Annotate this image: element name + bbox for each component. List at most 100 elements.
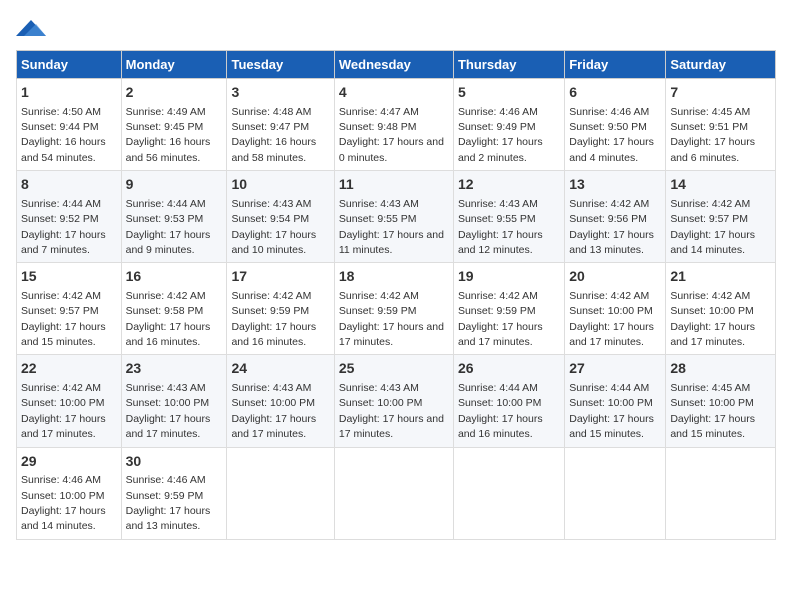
week-row-3: 22 Sunrise: 4:42 AMSunset: 10:00 PMDayli… (17, 355, 776, 447)
day-number: 30 (126, 452, 223, 472)
day-info: Sunrise: 4:48 AMSunset: 9:47 PMDaylight:… (231, 106, 316, 164)
day-number: 11 (339, 175, 449, 195)
day-info: Sunrise: 4:42 AMSunset: 10:00 PMDaylight… (21, 382, 106, 440)
day-info: Sunrise: 4:46 AMSunset: 10:00 PMDaylight… (21, 474, 106, 532)
day-cell: 2 Sunrise: 4:49 AMSunset: 9:45 PMDayligh… (121, 79, 227, 171)
day-cell: 10 Sunrise: 4:43 AMSunset: 9:54 PMDaylig… (227, 171, 334, 263)
day-number: 14 (670, 175, 771, 195)
day-cell: 21 Sunrise: 4:42 AMSunset: 10:00 PMDayli… (666, 263, 776, 355)
day-number: 22 (21, 359, 117, 379)
day-cell (565, 447, 666, 539)
day-number: 21 (670, 267, 771, 287)
day-number: 24 (231, 359, 329, 379)
day-number: 12 (458, 175, 560, 195)
day-cell: 6 Sunrise: 4:46 AMSunset: 9:50 PMDayligh… (565, 79, 666, 171)
day-number: 1 (21, 83, 117, 103)
day-number: 7 (670, 83, 771, 103)
day-cell: 7 Sunrise: 4:45 AMSunset: 9:51 PMDayligh… (666, 79, 776, 171)
day-cell (227, 447, 334, 539)
day-info: Sunrise: 4:46 AMSunset: 9:49 PMDaylight:… (458, 106, 543, 164)
day-cell: 4 Sunrise: 4:47 AMSunset: 9:48 PMDayligh… (334, 79, 453, 171)
day-number: 28 (670, 359, 771, 379)
day-number: 26 (458, 359, 560, 379)
day-info: Sunrise: 4:46 AMSunset: 9:59 PMDaylight:… (126, 474, 211, 532)
page-header (16, 16, 776, 40)
day-cell: 11 Sunrise: 4:43 AMSunset: 9:55 PMDaylig… (334, 171, 453, 263)
day-cell: 8 Sunrise: 4:44 AMSunset: 9:52 PMDayligh… (17, 171, 122, 263)
day-info: Sunrise: 4:44 AMSunset: 9:52 PMDaylight:… (21, 198, 106, 256)
day-info: Sunrise: 4:50 AMSunset: 9:44 PMDaylight:… (21, 106, 106, 164)
day-number: 15 (21, 267, 117, 287)
day-number: 16 (126, 267, 223, 287)
day-info: Sunrise: 4:42 AMSunset: 10:00 PMDaylight… (569, 290, 654, 348)
day-info: Sunrise: 4:42 AMSunset: 10:00 PMDaylight… (670, 290, 755, 348)
day-number: 13 (569, 175, 661, 195)
week-row-1: 8 Sunrise: 4:44 AMSunset: 9:52 PMDayligh… (17, 171, 776, 263)
day-number: 9 (126, 175, 223, 195)
header-thursday: Thursday (453, 51, 564, 79)
week-row-2: 15 Sunrise: 4:42 AMSunset: 9:57 PMDaylig… (17, 263, 776, 355)
day-cell: 26 Sunrise: 4:44 AMSunset: 10:00 PMDayli… (453, 355, 564, 447)
day-info: Sunrise: 4:42 AMSunset: 9:57 PMDaylight:… (21, 290, 106, 348)
day-cell (334, 447, 453, 539)
day-cell: 17 Sunrise: 4:42 AMSunset: 9:59 PMDaylig… (227, 263, 334, 355)
header-wednesday: Wednesday (334, 51, 453, 79)
header-monday: Monday (121, 51, 227, 79)
day-number: 17 (231, 267, 329, 287)
day-info: Sunrise: 4:44 AMSunset: 9:53 PMDaylight:… (126, 198, 211, 256)
day-info: Sunrise: 4:45 AMSunset: 9:51 PMDaylight:… (670, 106, 755, 164)
header-saturday: Saturday (666, 51, 776, 79)
day-info: Sunrise: 4:42 AMSunset: 9:56 PMDaylight:… (569, 198, 654, 256)
day-cell: 23 Sunrise: 4:43 AMSunset: 10:00 PMDayli… (121, 355, 227, 447)
logo (16, 16, 50, 40)
day-info: Sunrise: 4:43 AMSunset: 9:55 PMDaylight:… (339, 198, 444, 256)
day-number: 20 (569, 267, 661, 287)
day-info: Sunrise: 4:42 AMSunset: 9:59 PMDaylight:… (231, 290, 316, 348)
day-info: Sunrise: 4:43 AMSunset: 10:00 PMDaylight… (126, 382, 211, 440)
week-row-0: 1 Sunrise: 4:50 AMSunset: 9:44 PMDayligh… (17, 79, 776, 171)
day-number: 6 (569, 83, 661, 103)
header-sunday: Sunday (17, 51, 122, 79)
day-cell: 18 Sunrise: 4:42 AMSunset: 9:59 PMDaylig… (334, 263, 453, 355)
day-cell (453, 447, 564, 539)
day-cell: 22 Sunrise: 4:42 AMSunset: 10:00 PMDayli… (17, 355, 122, 447)
day-number: 3 (231, 83, 329, 103)
day-cell: 24 Sunrise: 4:43 AMSunset: 10:00 PMDayli… (227, 355, 334, 447)
day-info: Sunrise: 4:45 AMSunset: 10:00 PMDaylight… (670, 382, 755, 440)
day-number: 25 (339, 359, 449, 379)
day-cell: 13 Sunrise: 4:42 AMSunset: 9:56 PMDaylig… (565, 171, 666, 263)
day-info: Sunrise: 4:44 AMSunset: 10:00 PMDaylight… (569, 382, 654, 440)
day-number: 8 (21, 175, 117, 195)
day-cell: 20 Sunrise: 4:42 AMSunset: 10:00 PMDayli… (565, 263, 666, 355)
day-info: Sunrise: 4:42 AMSunset: 9:59 PMDaylight:… (458, 290, 543, 348)
header-tuesday: Tuesday (227, 51, 334, 79)
day-info: Sunrise: 4:43 AMSunset: 10:00 PMDaylight… (231, 382, 316, 440)
day-cell: 1 Sunrise: 4:50 AMSunset: 9:44 PMDayligh… (17, 79, 122, 171)
day-info: Sunrise: 4:43 AMSunset: 9:54 PMDaylight:… (231, 198, 316, 256)
day-info: Sunrise: 4:42 AMSunset: 9:59 PMDaylight:… (339, 290, 444, 348)
day-cell: 9 Sunrise: 4:44 AMSunset: 9:53 PMDayligh… (121, 171, 227, 263)
day-cell: 16 Sunrise: 4:42 AMSunset: 9:58 PMDaylig… (121, 263, 227, 355)
day-cell: 30 Sunrise: 4:46 AMSunset: 9:59 PMDaylig… (121, 447, 227, 539)
day-info: Sunrise: 4:49 AMSunset: 9:45 PMDaylight:… (126, 106, 211, 164)
day-cell: 25 Sunrise: 4:43 AMSunset: 10:00 PMDayli… (334, 355, 453, 447)
day-cell: 15 Sunrise: 4:42 AMSunset: 9:57 PMDaylig… (17, 263, 122, 355)
day-cell: 5 Sunrise: 4:46 AMSunset: 9:49 PMDayligh… (453, 79, 564, 171)
day-cell: 28 Sunrise: 4:45 AMSunset: 10:00 PMDayli… (666, 355, 776, 447)
day-number: 27 (569, 359, 661, 379)
day-number: 2 (126, 83, 223, 103)
calendar-table: SundayMondayTuesdayWednesdayThursdayFrid… (16, 50, 776, 540)
day-cell: 19 Sunrise: 4:42 AMSunset: 9:59 PMDaylig… (453, 263, 564, 355)
day-info: Sunrise: 4:42 AMSunset: 9:57 PMDaylight:… (670, 198, 755, 256)
day-info: Sunrise: 4:43 AMSunset: 10:00 PMDaylight… (339, 382, 444, 440)
week-row-4: 29 Sunrise: 4:46 AMSunset: 10:00 PMDayli… (17, 447, 776, 539)
day-info: Sunrise: 4:47 AMSunset: 9:48 PMDaylight:… (339, 106, 444, 164)
day-cell: 29 Sunrise: 4:46 AMSunset: 10:00 PMDayli… (17, 447, 122, 539)
day-number: 10 (231, 175, 329, 195)
day-info: Sunrise: 4:44 AMSunset: 10:00 PMDaylight… (458, 382, 543, 440)
day-info: Sunrise: 4:43 AMSunset: 9:55 PMDaylight:… (458, 198, 543, 256)
day-cell: 3 Sunrise: 4:48 AMSunset: 9:47 PMDayligh… (227, 79, 334, 171)
header-row: SundayMondayTuesdayWednesdayThursdayFrid… (17, 51, 776, 79)
day-number: 18 (339, 267, 449, 287)
day-number: 29 (21, 452, 117, 472)
